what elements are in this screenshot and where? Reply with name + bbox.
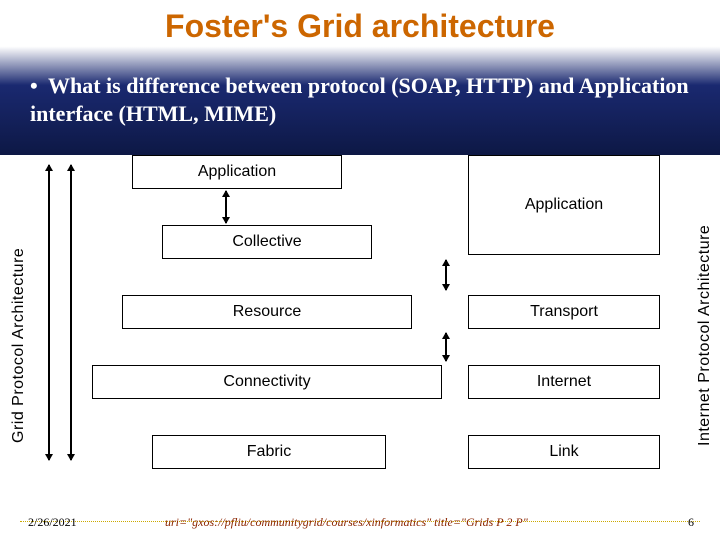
arrow-left-1 (48, 165, 50, 460)
footer-uri: uri="gxos://pfliu/communitygrid/courses/… (165, 515, 528, 530)
box-application-ip: Application (468, 155, 660, 255)
slide-title: Foster's Grid architecture (0, 8, 720, 45)
bullet-text: •What is difference between protocol (SO… (30, 72, 690, 127)
box-resource: Resource (122, 295, 412, 329)
arrow-gap-1 (445, 260, 447, 290)
box-connectivity: Connectivity (92, 365, 442, 399)
footer-date: 2/26/2021 (28, 515, 77, 530)
box-application: Application (132, 155, 342, 189)
footer: 2/26/2021 uri="gxos://pfliu/communitygri… (0, 512, 720, 532)
box-fabric: Fabric (152, 435, 386, 469)
box-internet: Internet (468, 365, 660, 399)
arrow-left-2 (70, 165, 72, 460)
box-collective: Collective (162, 225, 372, 259)
right-axis-label: Internet Protocol Architecture (696, 185, 714, 485)
arrow-gap-2 (445, 333, 447, 361)
architecture-diagram: Grid Protocol Architecture Internet Prot… (0, 155, 720, 510)
bullet-content: What is difference between protocol (SOA… (30, 73, 689, 126)
arrow-app-collective (225, 191, 227, 223)
left-axis-label: Grid Protocol Architecture (10, 215, 28, 475)
box-link: Link (468, 435, 660, 469)
box-transport: Transport (468, 295, 660, 329)
footer-page: 6 (688, 515, 694, 530)
